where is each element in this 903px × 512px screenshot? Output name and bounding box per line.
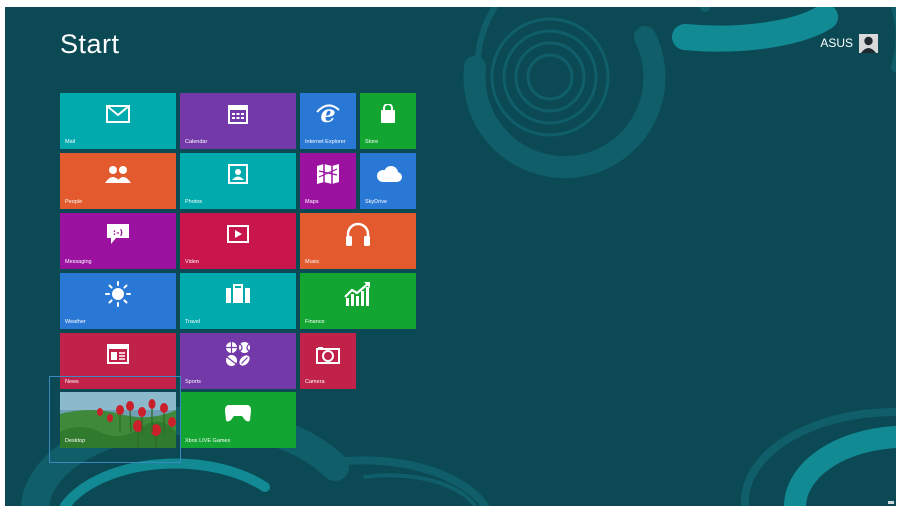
tile-label: Weather xyxy=(65,319,86,325)
people-icon xyxy=(60,153,176,195)
mail-envelope-icon xyxy=(60,93,176,135)
tile-label: Finance xyxy=(305,319,325,325)
tile-camera[interactable]: Camera xyxy=(300,333,356,389)
tile-label: Messaging xyxy=(65,259,92,265)
user-account[interactable]: ASUS xyxy=(820,33,878,53)
tile-travel[interactable]: Travel xyxy=(180,273,296,329)
tile-label: Video xyxy=(185,259,199,265)
finance-chart-icon xyxy=(300,273,416,315)
svg-text::-): :-) xyxy=(113,228,123,237)
video-play-icon xyxy=(180,213,296,255)
user-name: ASUS xyxy=(820,36,853,50)
tile-label: Calendar xyxy=(185,139,208,145)
tile-label: Photos xyxy=(185,199,203,205)
selection-focus-rectangle xyxy=(49,376,181,463)
tile-video[interactable]: Video xyxy=(180,213,296,269)
camera-icon xyxy=(300,333,356,375)
start-screen: Start ASUS Mail Calendar e Internet Expl… xyxy=(5,7,896,506)
headphones-icon xyxy=(300,213,416,255)
tile-calendar[interactable]: Calendar xyxy=(180,93,296,149)
newspaper-icon xyxy=(60,333,176,375)
tile-label: SkyDrive xyxy=(365,199,388,205)
tile-finance[interactable]: Finance xyxy=(300,273,416,329)
messaging-icon: :-) xyxy=(60,213,176,255)
tile-maps[interactable]: Maps xyxy=(300,153,356,209)
sun-icon xyxy=(60,273,176,315)
skydrive-cloud-icon xyxy=(360,153,416,195)
sports-balls-icon xyxy=(180,333,296,375)
calendar-icon xyxy=(180,93,296,135)
tile-label: Maps xyxy=(305,199,319,205)
tile-label: People xyxy=(65,199,83,205)
maps-icon xyxy=(300,153,356,195)
tile-photos[interactable]: Photos xyxy=(180,153,296,209)
tile-mail[interactable]: Mail xyxy=(60,93,176,149)
tile-skydrive[interactable]: SkyDrive xyxy=(360,153,416,209)
internet-explorer-icon: e xyxy=(300,93,356,135)
tile-internet-explorer[interactable]: e Internet Explorer xyxy=(300,93,356,149)
suitcase-icon xyxy=(180,273,296,315)
user-avatar-icon xyxy=(859,33,878,53)
tile-label: Sports xyxy=(185,379,201,385)
tile-label: Camera xyxy=(305,379,325,385)
semantic-zoom-icon[interactable] xyxy=(888,501,894,504)
xbox-controller-icon xyxy=(180,392,296,434)
tile-messaging[interactable]: :-) Messaging xyxy=(60,213,176,269)
tile-label: Internet Explorer xyxy=(305,139,346,145)
tile-label: Xbox LIVE Games xyxy=(185,438,231,444)
tile-weather[interactable]: Weather xyxy=(60,273,176,329)
tile-xbox-live-games[interactable]: Xbox LIVE Games xyxy=(180,392,296,448)
tile-label: Mail xyxy=(65,139,76,145)
tile-label: Store xyxy=(365,139,379,145)
tile-label: Travel xyxy=(185,319,201,325)
tile-store[interactable]: Store xyxy=(360,93,416,149)
start-title: Start xyxy=(60,29,120,59)
store-bag-icon xyxy=(360,93,416,135)
photos-icon xyxy=(180,153,296,195)
tile-sports[interactable]: Sports xyxy=(180,333,296,389)
tile-music[interactable]: Music xyxy=(300,213,416,269)
tile-label: Music xyxy=(305,259,320,265)
tile-people[interactable]: People xyxy=(60,153,176,209)
